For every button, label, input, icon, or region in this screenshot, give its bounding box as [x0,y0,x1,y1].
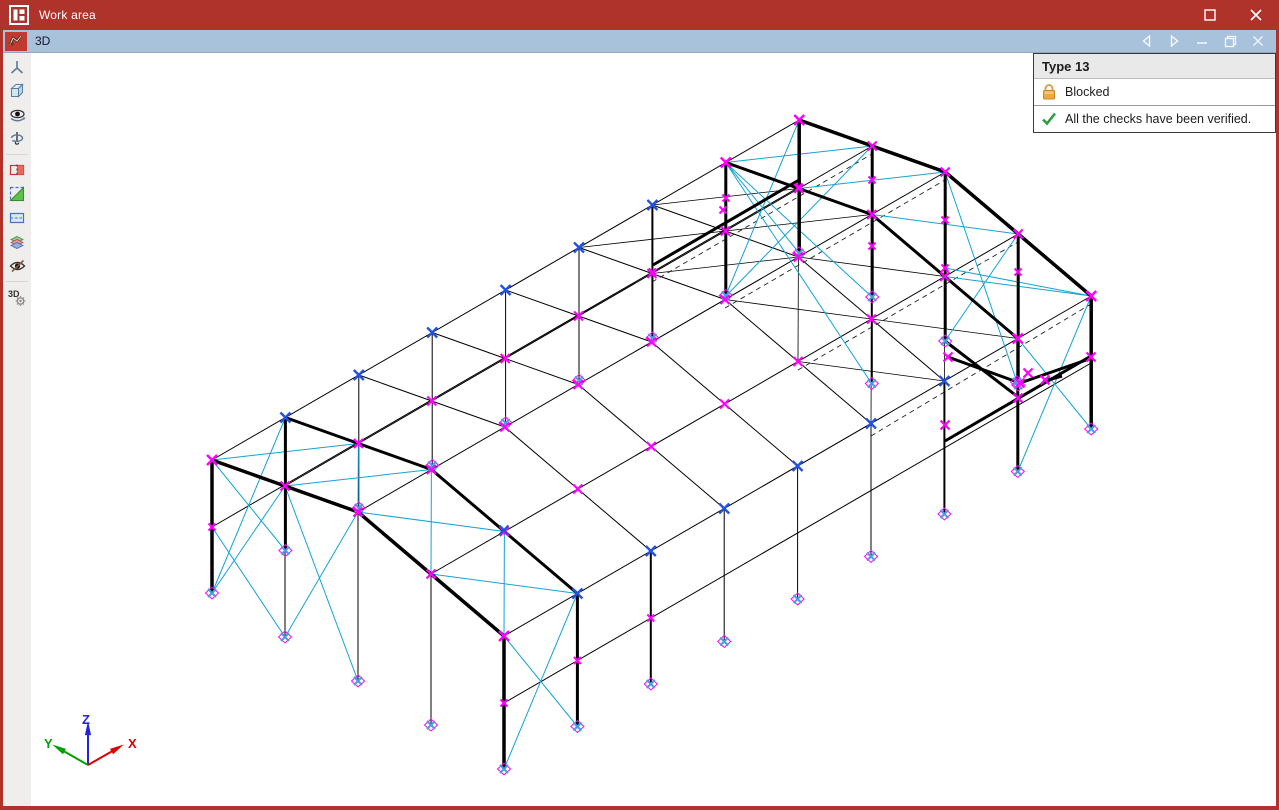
axes-triad [52,721,124,766]
rotate-model-icon[interactable] [5,127,29,151]
minimize-view-button[interactable] [1190,32,1214,51]
checks-verified-row: All the checks have been verified. [1034,105,1275,132]
toolbar-separator [6,154,28,155]
axes-tripod-icon[interactable] [5,55,29,79]
close-button[interactable] [1233,0,1279,30]
window-border [0,806,1279,810]
axis-label-y: Y [44,736,53,751]
view-toolbar: 3D [3,53,31,806]
selection-box-icon[interactable] [5,206,29,230]
maximize-button[interactable] [1187,0,1233,30]
blocked-label: Blocked [1065,85,1110,99]
window-border [0,30,3,810]
toolbar-separator [6,281,28,282]
app-logo-icon [9,5,29,25]
checks-verified-label: All the checks have been verified. [1065,112,1252,126]
svg-text:3D: 3D [8,289,20,299]
check-status-panel: Type 13 Blocked All the checks have been… [1033,53,1276,133]
clip-plane-icon[interactable] [5,158,29,182]
layers-icon[interactable] [5,230,29,254]
node-markers [206,114,1098,708]
panel-title: Type 13 [1034,54,1275,79]
3d-options-icon[interactable]: 3D [5,285,29,309]
lock-icon [1040,83,1058,101]
axis-label-z: Z [82,712,90,727]
hide-elements-icon[interactable] [5,254,29,278]
window-title: Work area [39,8,96,22]
view-3d-icon [4,31,28,52]
next-view-button[interactable] [1162,32,1186,51]
axis-label-x: X [128,736,137,751]
view-cube-icon[interactable] [5,79,29,103]
view-title: 3D [35,34,51,48]
render-mode-icon[interactable] [5,182,29,206]
orbit-view-icon[interactable] [5,103,29,127]
window-titlebar[interactable]: Work area [0,0,1279,30]
view-titlebar[interactable]: 3D [3,30,1276,53]
blocked-status-row: Blocked [1034,79,1275,105]
previous-view-button[interactable] [1134,32,1158,51]
application-window: Work area 3D 3D Z Y X Type 13 Blocked Al… [0,0,1279,810]
check-icon [1040,110,1058,128]
close-view-button[interactable] [1246,32,1270,51]
restore-view-button[interactable] [1218,32,1242,51]
